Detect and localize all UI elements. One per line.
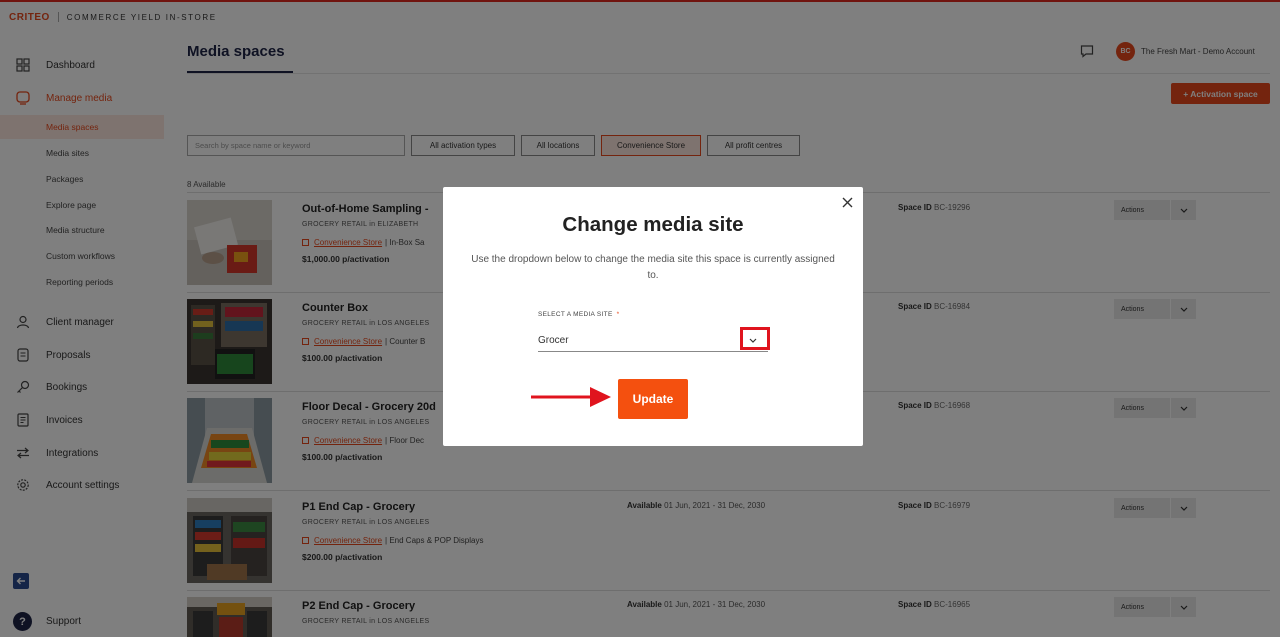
media-site-select[interactable]: Grocer: [538, 330, 768, 352]
media-site-label-text: SELECT A MEDIA SITE: [538, 311, 613, 318]
close-icon[interactable]: [839, 194, 855, 210]
media-site-selected-value: Grocer: [538, 335, 569, 346]
update-button[interactable]: Update: [618, 379, 688, 419]
modal-description: Use the dropdown below to change the med…: [471, 254, 835, 281]
dropdown-highlight-box: [740, 327, 770, 350]
annotation-arrow-icon: [530, 386, 612, 413]
modal-title: Change media site: [562, 213, 744, 236]
change-media-site-modal: Change media site Use the dropdown below…: [443, 187, 863, 446]
required-marker: *: [616, 311, 620, 318]
media-site-label: SELECT A MEDIA SITE *: [538, 311, 619, 318]
